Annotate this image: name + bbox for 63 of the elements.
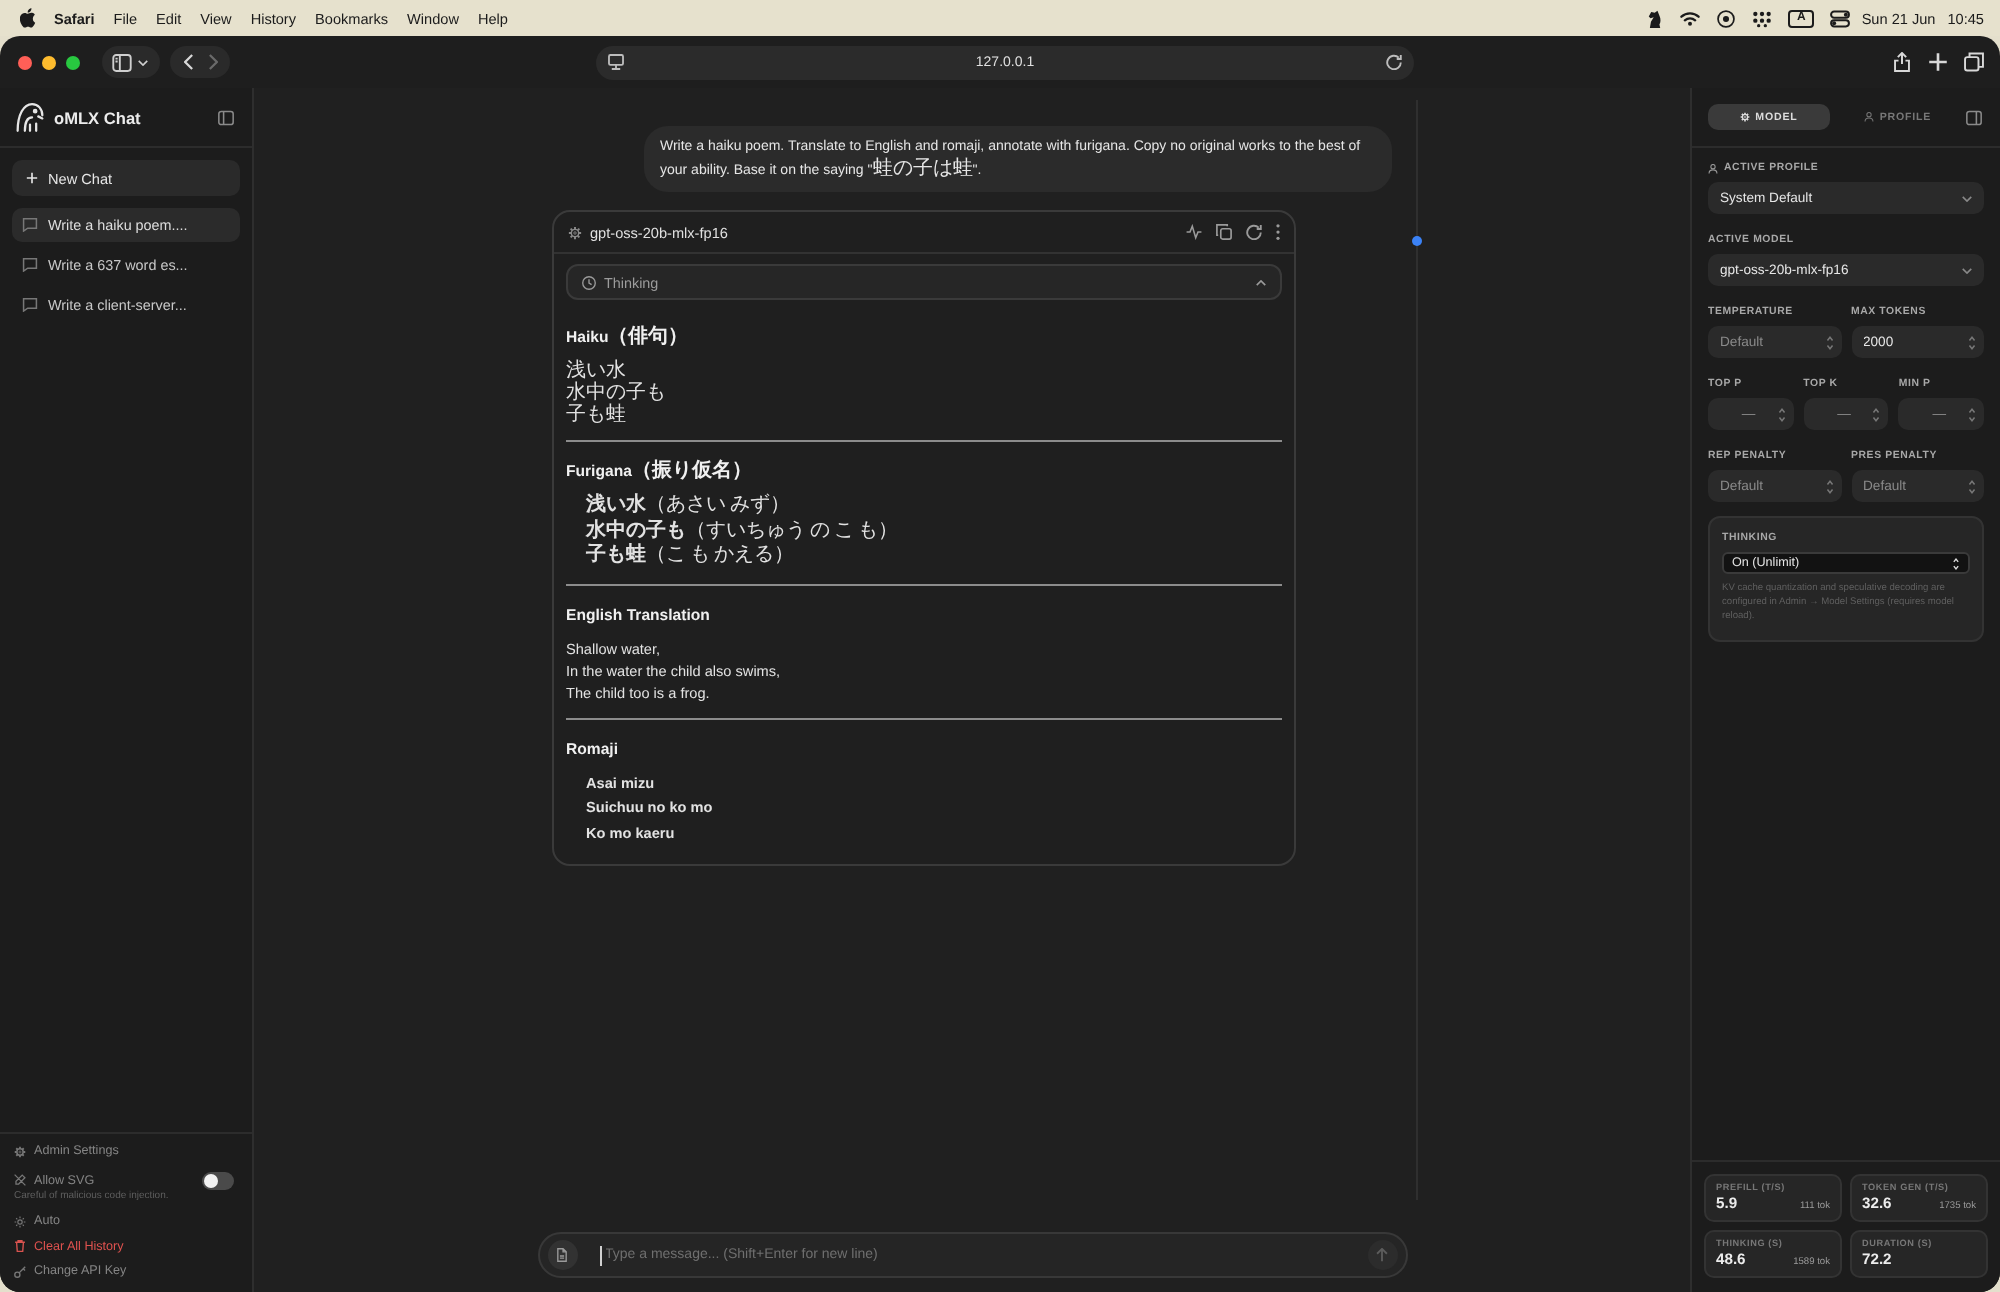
file-icon: [556, 1248, 568, 1262]
copy-icon[interactable]: [1216, 224, 1232, 240]
monitor-icon: [608, 54, 624, 70]
close-window-button[interactable]: [18, 55, 32, 69]
pen-off-icon: [14, 1174, 26, 1187]
plus-icon: [26, 172, 38, 184]
circled-dot-icon[interactable]: [1716, 9, 1737, 27]
furigana-line: 水中の子も（すいちゅう の こ も）: [583, 519, 901, 543]
text-line: 水中の子も: [566, 382, 668, 404]
dots-grid-icon[interactable]: [1752, 9, 1773, 27]
share-icon[interactable]: [1892, 52, 1912, 72]
furigana-line: 子も蛙（こ も かえる）: [584, 544, 797, 569]
attach-file-button[interactable]: [547, 1240, 577, 1270]
stepper-icon[interactable]: [1968, 407, 1976, 421]
apple-logo-icon[interactable]: [20, 8, 36, 28]
trash-icon: [14, 1240, 26, 1253]
sun-icon: [14, 1215, 26, 1228]
stepper-icon[interactable]: [1777, 407, 1786, 421]
new-tab-icon[interactable]: [1928, 52, 1948, 72]
sidebar-toggle-button[interactable]: [102, 46, 160, 78]
chevron-down-icon: [138, 59, 148, 65]
text-cursor: [599, 1245, 601, 1265]
back-icon[interactable]: [183, 54, 193, 70]
furigana-line: 浅い水（あさい みず）: [584, 494, 793, 519]
stepper-icon[interactable]: [1968, 479, 1976, 493]
send-arrow-icon: [1376, 1248, 1388, 1262]
chat-bubble-icon: [22, 258, 38, 272]
minimize-window-button[interactable]: [42, 55, 56, 69]
chat-bubble-icon: [22, 218, 38, 232]
dot-icon: [1412, 236, 1422, 246]
toggles-icon[interactable]: [1829, 9, 1850, 27]
allow-svg-toggle[interactable]: [202, 1171, 234, 1190]
forward-icon[interactable]: [207, 54, 217, 70]
gear-icon: [14, 1145, 26, 1158]
refresh-icon[interactable]: [1246, 224, 1262, 240]
text-line: 子も蛙: [566, 404, 628, 426]
gear-icon: [1739, 112, 1750, 122]
app-title: oMLX Chat: [54, 107, 141, 127]
stepper-icon[interactable]: [1872, 407, 1881, 421]
panel-toggle-icon[interactable]: [1966, 109, 1982, 125]
panel-toggle-icon[interactable]: [218, 109, 234, 125]
person-icon: [1863, 112, 1874, 122]
text-line: 浅い水: [566, 360, 628, 382]
person-icon: [1708, 163, 1718, 173]
key-icon: [14, 1265, 26, 1278]
up-down-chevron-icon: [1952, 557, 1960, 569]
chess-knight-icon[interactable]: [1644, 9, 1665, 27]
activity-icon[interactable]: [1186, 224, 1202, 240]
stepper-icon[interactable]: [1825, 479, 1833, 493]
reload-icon[interactable]: [1386, 54, 1402, 70]
chevron-down-icon: [1962, 267, 1972, 273]
stepper-icon[interactable]: [1825, 335, 1833, 349]
zoom-window-button[interactable]: [66, 55, 80, 69]
stepper-icon[interactable]: [1968, 335, 1976, 349]
logo-icon: [16, 102, 44, 132]
tabs-overview-icon[interactable]: [1964, 52, 1984, 72]
sidebar-icon: [112, 53, 132, 71]
wifi-icon[interactable]: [1680, 9, 1701, 27]
gear-icon: [568, 225, 582, 239]
clock-icon: [582, 275, 596, 289]
chat-bubble-icon: [22, 298, 38, 312]
chevron-up-icon: [1256, 279, 1266, 285]
chevron-down-icon: [1962, 195, 1972, 201]
